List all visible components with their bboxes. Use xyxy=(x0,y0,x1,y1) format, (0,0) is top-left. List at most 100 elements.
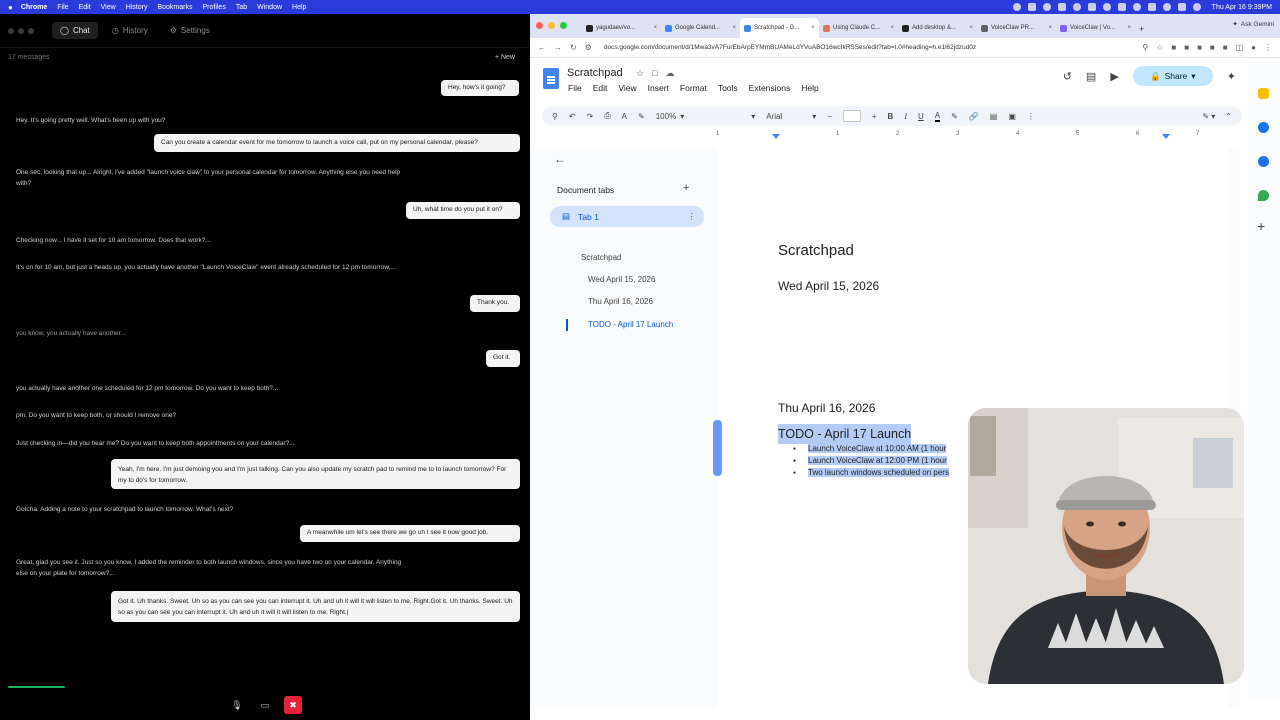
menubar-item-history[interactable]: History xyxy=(126,4,148,11)
tab-settings[interactable]: ⚙ Settings xyxy=(162,22,218,39)
menubar-item-file[interactable]: File xyxy=(57,4,68,11)
outline-item[interactable]: Wed April 15, 2026 xyxy=(588,275,655,284)
window-minimize-button[interactable] xyxy=(548,22,555,29)
menu-file[interactable]: File xyxy=(568,83,582,93)
editing-mode-icon[interactable]: ✎ ▾ xyxy=(1202,112,1215,121)
profile-icon[interactable]: ● xyxy=(1251,43,1256,52)
status-icon[interactable] xyxy=(1042,3,1051,11)
gemini-icon[interactable]: ✦ xyxy=(1227,70,1236,83)
window-close-button[interactable] xyxy=(8,27,14,34)
scroll-handle[interactable] xyxy=(713,420,722,476)
increase-font-size-button[interactable]: + xyxy=(872,112,877,121)
back-icon[interactable]: ← xyxy=(538,43,546,52)
style-select[interactable]: ▾ xyxy=(695,112,755,121)
underline-icon[interactable]: U xyxy=(918,112,924,121)
window-zoom-button[interactable] xyxy=(560,22,567,29)
status-icon[interactable] xyxy=(1072,3,1081,11)
menu-format[interactable]: Format xyxy=(680,83,707,93)
browser-tab[interactable]: Add desktop &... × xyxy=(898,18,977,38)
google-docs-logo-icon[interactable] xyxy=(543,68,559,89)
microphone-button[interactable]: 🎙 xyxy=(228,696,246,714)
menu-tools[interactable]: Tools xyxy=(718,83,738,93)
italic-icon[interactable]: I xyxy=(904,112,907,121)
add-addon-button[interactable]: + xyxy=(1257,218,1265,234)
browser-tab[interactable]: VoiceClaw PR... × xyxy=(977,18,1056,38)
window-minimize-button[interactable] xyxy=(18,27,24,34)
font-size-input[interactable] xyxy=(842,110,861,122)
spellcheck-icon[interactable]: A xyxy=(622,112,627,121)
menubar-clock[interactable]: Thu Apr 16 9:39PM xyxy=(1212,4,1272,11)
decrease-font-size-button[interactable]: − xyxy=(827,112,832,121)
close-icon[interactable]: × xyxy=(1048,25,1052,31)
undo-icon[interactable]: ↶ xyxy=(569,112,576,121)
extension-icon[interactable]: ■ xyxy=(1223,43,1228,52)
tab-chat[interactable]: ◯ Chat xyxy=(52,22,98,39)
browser-tab[interactable]: Google Calend... × xyxy=(661,18,740,38)
tab-history[interactable]: ◷ History xyxy=(104,22,156,39)
print-icon[interactable]: ⎙ xyxy=(604,111,610,121)
menubar-app-name[interactable]: Chrome xyxy=(21,4,47,11)
insert-image-icon[interactable]: ▣ xyxy=(1008,112,1016,121)
status-icon[interactable] xyxy=(1012,3,1021,11)
document-title[interactable]: Scratchpad xyxy=(567,67,623,79)
highlight-color-icon[interactable]: ✎ xyxy=(951,112,958,121)
new-chat-button[interactable]: + New xyxy=(495,54,515,66)
sidepanel-icon[interactable]: ◫ xyxy=(1236,43,1244,52)
menubar-item-help[interactable]: Help xyxy=(292,4,306,11)
screen-share-button[interactable]: ▭ xyxy=(256,696,274,714)
window-close-button[interactable] xyxy=(536,22,543,29)
new-tab-button[interactable]: + xyxy=(1139,24,1144,34)
status-icon[interactable] xyxy=(1087,3,1096,11)
outline-item[interactable]: Scratchpad xyxy=(581,253,621,262)
extension-icon[interactable]: ■ xyxy=(1184,43,1189,52)
more-icon[interactable]: ⋮ xyxy=(1027,112,1035,121)
bold-icon[interactable]: B xyxy=(888,112,894,121)
link-icon[interactable]: 🔗 xyxy=(969,112,979,121)
status-icon[interactable] xyxy=(1117,3,1126,11)
menubar-item-window[interactable]: Window xyxy=(257,4,282,11)
doc-tab-item[interactable]: ▤ Tab 1 ⋮ xyxy=(550,206,704,227)
browser-tab-active[interactable]: Scratchpad - G... × xyxy=(740,18,819,38)
browser-tab[interactable]: yagudaev/vo... × xyxy=(582,18,661,38)
extension-icon[interactable]: ■ xyxy=(1210,43,1215,52)
close-icon[interactable]: × xyxy=(653,25,657,31)
menubar-item-edit[interactable]: Edit xyxy=(79,4,91,11)
meet-icon[interactable]: ▶ xyxy=(1110,70,1118,83)
menubar-item-tab[interactable]: Tab xyxy=(236,4,247,11)
close-icon[interactable]: × xyxy=(811,25,815,31)
comments-icon[interactable]: ▤ xyxy=(1086,70,1096,83)
status-icon[interactable] xyxy=(1102,3,1111,11)
browser-tab[interactable]: VoiceClaw | Vo... × xyxy=(1056,18,1135,38)
move-folder-icon[interactable]: □ xyxy=(652,68,657,79)
url-field[interactable]: docs.google.com/document/d/1Mwa3vA7FurEb… xyxy=(604,44,1084,51)
bookmark-star-icon[interactable]: ☆ xyxy=(1156,43,1163,52)
share-button[interactable]: 🔒 Share ▾ xyxy=(1132,66,1213,86)
keep-icon[interactable] xyxy=(1258,88,1269,99)
menu-help[interactable]: Help xyxy=(801,83,818,93)
window-zoom-button[interactable] xyxy=(28,27,34,34)
redo-icon[interactable]: ↷ xyxy=(587,112,594,121)
cloud-saved-icon[interactable]: ☁ xyxy=(666,68,675,79)
close-icon[interactable]: × xyxy=(732,25,736,31)
extension-icon[interactable]: ■ xyxy=(1197,43,1202,52)
wifi-icon[interactable] xyxy=(1162,3,1171,11)
extension-icon[interactable]: ■ xyxy=(1171,43,1176,52)
outline-item-active[interactable]: TODO - April 17 Launch xyxy=(588,320,673,329)
menu-extensions[interactable]: Extensions xyxy=(749,83,791,93)
close-icon[interactable]: × xyxy=(969,25,973,31)
menubar-item-view[interactable]: View xyxy=(101,4,116,11)
site-info-icon[interactable]: ⚙ xyxy=(585,43,592,52)
maps-icon[interactable] xyxy=(1258,190,1269,201)
search-icon[interactable]: ⚲ xyxy=(552,112,558,121)
right-indent-marker-icon[interactable] xyxy=(1162,134,1170,139)
collapse-menu-icon[interactable]: ⌃ xyxy=(1225,112,1232,121)
control-center-icon[interactable] xyxy=(1192,3,1201,11)
status-icon[interactable] xyxy=(1057,3,1066,11)
end-call-button[interactable]: ✖ xyxy=(284,696,302,714)
menu-edit[interactable]: Edit xyxy=(593,83,608,93)
zoom-select[interactable]: 100% ▾ xyxy=(656,112,684,121)
close-icon[interactable]: × xyxy=(1127,25,1131,31)
browser-tab[interactable]: Using Claude C... × xyxy=(819,18,898,38)
menu-insert[interactable]: Insert xyxy=(648,83,669,93)
zoom-icon[interactable]: ⚲ xyxy=(1142,43,1148,52)
